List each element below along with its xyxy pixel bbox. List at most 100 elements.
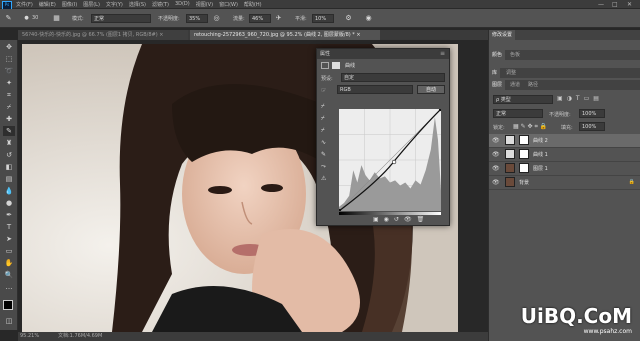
hand-tool-icon[interactable]: ✋	[3, 258, 15, 268]
zoom-level[interactable]: 95.21%	[20, 332, 39, 341]
clip-to-layer-icon[interactable]: ▣	[373, 216, 379, 223]
eyedropper-gray-icon[interactable]: ⌿	[321, 113, 326, 125]
menu-item[interactable]: 编辑(E)	[39, 1, 56, 8]
reset-icon[interactable]: ↺	[394, 216, 399, 223]
target-adjust-icon[interactable]: ☞	[321, 87, 326, 94]
clip-warning-icon[interactable]: ⚠	[321, 173, 326, 185]
quick-mask-icon[interactable]: ◫	[3, 316, 15, 326]
tab-modify-settings[interactable]: 修改设置	[489, 30, 516, 40]
layer-mask-thumb[interactable]	[519, 163, 529, 173]
filter-smart-icon[interactable]: ▤	[593, 95, 599, 102]
layer-name[interactable]: 背景	[519, 179, 529, 186]
eyedropper-tool-icon[interactable]: ⌿	[3, 102, 15, 112]
auto-button[interactable]: 自动	[417, 85, 445, 94]
menu-item[interactable]: 图层(L)	[83, 1, 100, 8]
layer-row-curves-2[interactable]: 👁 曲线 2	[489, 134, 640, 148]
tab-color[interactable]: 颜色	[489, 50, 506, 60]
path-selection-tool-icon[interactable]: ➤	[3, 234, 15, 244]
magic-wand-tool-icon[interactable]: ✦	[3, 78, 15, 88]
tab-document-2[interactable]: retouching-2572963_960_720.jpg @ 95.2% (…	[190, 30, 380, 40]
pen-tool-icon[interactable]: ✒	[3, 210, 15, 220]
lasso-tool-icon[interactable]: ➰	[3, 66, 15, 76]
tab-layers[interactable]: 图层	[489, 80, 506, 90]
menu-item[interactable]: 帮助(H)	[244, 1, 262, 8]
clone-stamp-tool-icon[interactable]: ♜	[3, 138, 15, 148]
pressure-opacity-icon[interactable]: ◎	[212, 14, 221, 23]
close-button[interactable]: ✕	[627, 1, 632, 8]
layer-mask-thumb[interactable]	[519, 149, 529, 159]
minimize-button[interactable]: —	[598, 1, 604, 8]
healing-brush-tool-icon[interactable]: ✚	[3, 114, 15, 124]
visibility-eye-icon[interactable]: 👁	[492, 137, 500, 144]
menu-item[interactable]: 图像(I)	[62, 1, 77, 8]
layer-name[interactable]: 曲线 2	[533, 137, 548, 144]
view-previous-icon[interactable]: ◉	[384, 216, 389, 223]
filter-adjustment-icon[interactable]: ◑	[567, 95, 572, 102]
panel-close-icon[interactable]: ≡	[440, 50, 445, 57]
maximize-button[interactable]: □	[612, 1, 618, 8]
curves-graph[interactable]	[339, 109, 441, 211]
visibility-icon[interactable]: 👁	[404, 216, 412, 223]
airbrush-icon[interactable]: ✈	[274, 14, 283, 23]
smoothing-field[interactable]: 10%	[312, 14, 334, 23]
layer-row-layer-1[interactable]: 👁 图层 1	[489, 162, 640, 176]
visibility-eye-icon[interactable]: 👁	[492, 165, 500, 172]
visibility-eye-icon[interactable]: 👁	[492, 151, 500, 158]
pencil-icon[interactable]: ✎	[321, 149, 326, 161]
lock-icons[interactable]: ▦ ✎ ✥ ⌗ 🔒	[513, 123, 547, 131]
foreground-color-swatch[interactable]	[3, 300, 13, 310]
eyedropper-white-icon[interactable]: ⌿	[321, 125, 326, 137]
menu-item[interactable]: 视图(V)	[196, 1, 213, 8]
marquee-tool-icon[interactable]: ⬚	[3, 54, 15, 64]
layer-row-background[interactable]: 👁 背景 🔒	[489, 176, 640, 190]
zoom-tool-icon[interactable]: 🔍	[3, 270, 15, 280]
menu-item[interactable]: 3D(D)	[175, 1, 190, 8]
type-tool-icon[interactable]: T	[3, 222, 15, 232]
more-tools-icon[interactable]: …	[3, 282, 15, 292]
brush-tool-icon[interactable]: ✎	[4, 14, 13, 23]
move-tool-icon[interactable]: ✥	[3, 42, 15, 52]
menu-item[interactable]: 文件(F)	[16, 1, 33, 8]
tab-libraries[interactable]: 库	[489, 68, 501, 78]
tab-adjustments[interactable]: 调整	[503, 68, 519, 78]
gradient-tool-icon[interactable]: ▤	[3, 174, 15, 184]
layer-row-curves-1[interactable]: 👁 曲线 1	[489, 148, 640, 162]
blur-tool-icon[interactable]: 💧	[3, 186, 15, 196]
brush-settings-icon[interactable]: ▦	[52, 14, 61, 23]
menu-item[interactable]: 文字(Y)	[106, 1, 123, 8]
menu-item[interactable]: 窗口(W)	[219, 1, 238, 8]
dodge-tool-icon[interactable]: ●	[3, 198, 15, 208]
visibility-eye-icon[interactable]: 👁	[492, 179, 500, 186]
blend-mode-select[interactable]: 正常	[493, 109, 543, 118]
preset-select[interactable]: 自定	[341, 73, 445, 82]
opacity-field[interactable]: 35%	[186, 14, 208, 23]
filter-type-icon[interactable]: T	[576, 95, 580, 102]
mode-select[interactable]: 正常	[91, 14, 151, 23]
menu-item[interactable]: 选择(S)	[129, 1, 146, 8]
layer-name[interactable]: 曲线 1	[533, 151, 548, 158]
crop-tool-icon[interactable]: ⌗	[3, 90, 15, 100]
menu-item[interactable]: 滤镜(T)	[152, 1, 169, 8]
tab-document-1[interactable]: 56?40-快乐的-快乐的.jpg @ 66.7% (图层1 拷贝, RGB/8…	[18, 30, 188, 40]
layer-mask-thumb[interactable]	[519, 135, 529, 145]
curve-point-icon[interactable]: ∿	[321, 137, 326, 149]
layer-filter-select[interactable]: ρ 类型	[493, 95, 553, 104]
tab-swatches[interactable]: 色板	[507, 50, 523, 60]
curve-endpoint-black[interactable]	[339, 208, 342, 211]
tab-channels[interactable]: 通道	[507, 80, 523, 90]
smooth-icon[interactable]: ⤳	[321, 161, 326, 173]
filter-shape-icon[interactable]: ▭	[584, 95, 590, 102]
channel-select[interactable]: RGB	[337, 85, 413, 94]
layer-name[interactable]: 图层 1	[533, 165, 548, 172]
flow-field[interactable]: 46%	[249, 14, 271, 23]
fill-field[interactable]: 100%	[579, 122, 605, 131]
filter-pixel-icon[interactable]: ▣	[557, 95, 563, 102]
history-brush-tool-icon[interactable]: ↺	[3, 150, 15, 160]
curve-control-point[interactable]	[391, 159, 397, 165]
eraser-tool-icon[interactable]: ◧	[3, 162, 15, 172]
shape-tool-icon[interactable]: ▭	[3, 246, 15, 256]
brush-tool-icon-active[interactable]: ✎	[3, 126, 15, 136]
eyedropper-black-icon[interactable]: ⌿	[321, 101, 326, 113]
trash-icon[interactable]: 🗑	[417, 216, 425, 223]
layer-mask-icon[interactable]	[332, 62, 340, 69]
